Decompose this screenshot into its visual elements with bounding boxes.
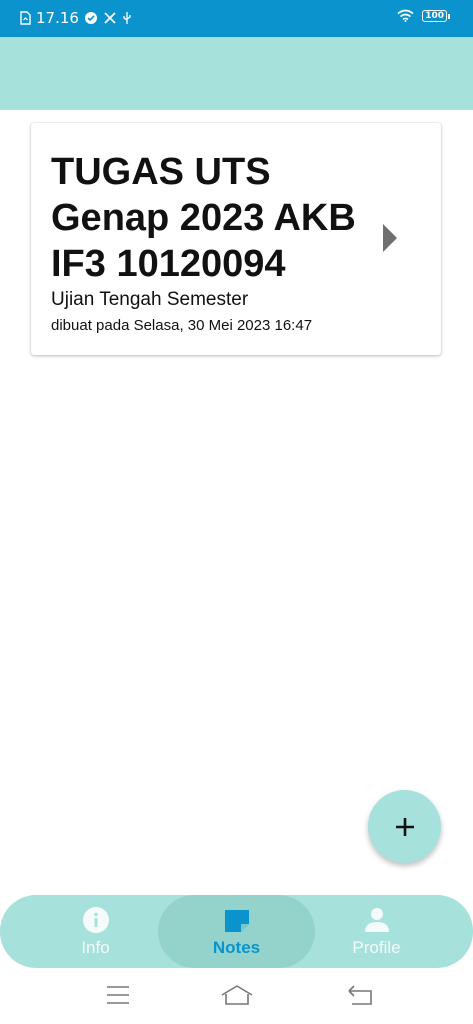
nav-label-notes: Notes bbox=[212, 937, 261, 957]
note-card[interactable]: TUGAS UTS Genap 2023 AKB IF3 10120094 Uj… bbox=[31, 123, 441, 355]
back-icon[interactable] bbox=[346, 984, 374, 1006]
nav-item-notes[interactable]: Notes bbox=[158, 895, 315, 968]
tools-icon bbox=[104, 12, 116, 24]
add-note-button[interactable] bbox=[368, 790, 441, 863]
status-left: 17.16 bbox=[20, 9, 132, 27]
nav-item-info[interactable]: Info bbox=[17, 895, 174, 968]
note-icon bbox=[224, 909, 249, 932]
person-icon bbox=[364, 907, 389, 932]
nav-label-info: Info bbox=[81, 937, 110, 957]
bottom-navigation: Info Notes Profile bbox=[0, 895, 473, 968]
home-icon[interactable] bbox=[220, 984, 254, 1006]
info-icon bbox=[82, 906, 109, 933]
note-created-date: dibuat pada Selasa, 30 Mei 2023 16:47 bbox=[51, 317, 313, 334]
nav-label-profile: Profile bbox=[352, 937, 401, 957]
status-bar: 17.16 100 bbox=[0, 0, 473, 37]
plus-icon bbox=[395, 817, 414, 836]
nav-item-profile[interactable]: Profile bbox=[298, 895, 455, 968]
menu-icon[interactable] bbox=[106, 984, 130, 1006]
check-circle-icon bbox=[84, 12, 97, 24]
note-subtitle: Ujian Tengah Semester bbox=[51, 289, 249, 310]
status-right: 100 bbox=[397, 9, 450, 22]
note-title: TUGAS UTS Genap 2023 AKB IF3 10120094 bbox=[51, 151, 356, 285]
app-bar bbox=[0, 37, 473, 110]
battery-icon: 100 bbox=[422, 9, 450, 22]
system-navigation-bar bbox=[0, 968, 473, 1024]
chevron-right-icon[interactable] bbox=[383, 224, 397, 252]
usb-icon bbox=[123, 12, 131, 24]
sim-file-icon bbox=[20, 11, 31, 25]
wifi-icon bbox=[397, 9, 414, 22]
status-time: 17.16 bbox=[36, 9, 79, 27]
